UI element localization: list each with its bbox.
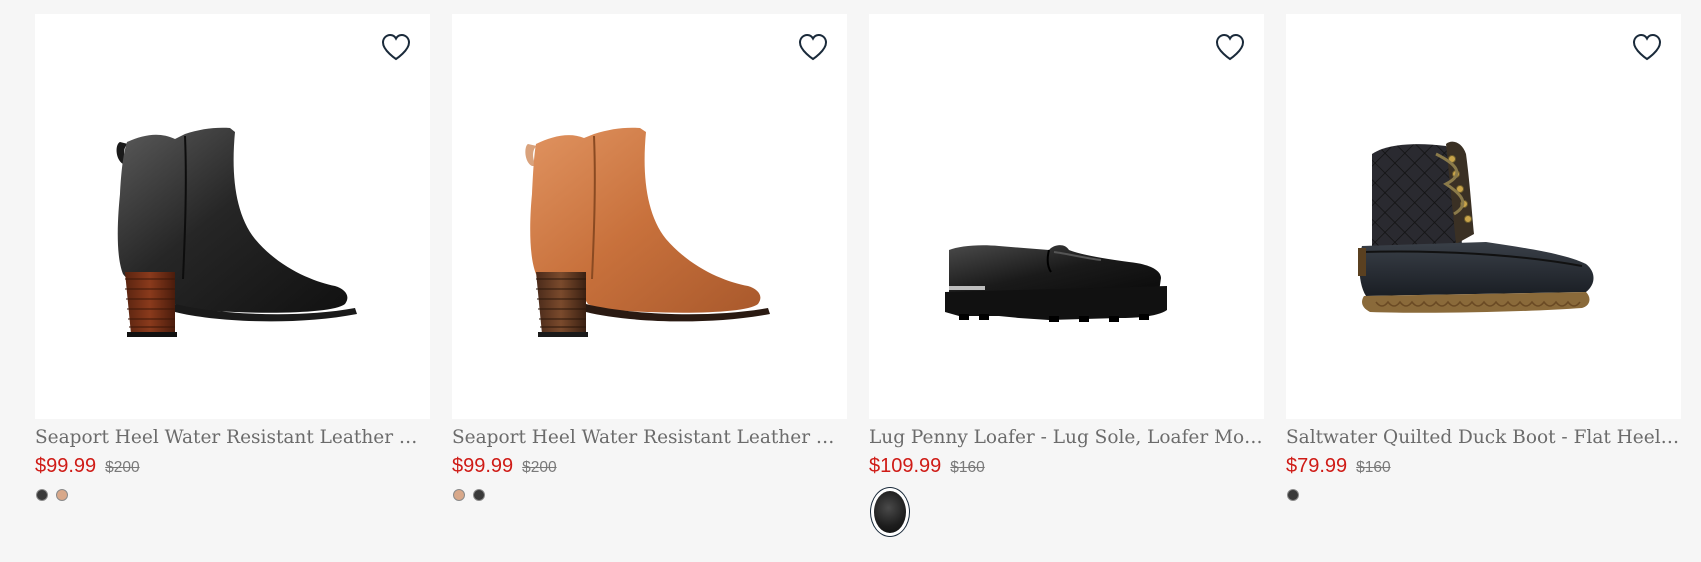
original-price: $200 bbox=[522, 459, 557, 476]
original-price: $160 bbox=[950, 459, 985, 476]
product-card: Seaport Heel Water Resistant Leather Boo… bbox=[452, 14, 847, 537]
price-row: $79.99 $160 bbox=[1286, 455, 1681, 481]
heart-icon[interactable] bbox=[380, 32, 412, 62]
swatch-black[interactable] bbox=[473, 489, 485, 501]
color-swatches bbox=[35, 489, 430, 501]
original-price: $160 bbox=[1356, 459, 1391, 476]
price-row: $99.99 $200 bbox=[452, 455, 847, 481]
swatch-tan[interactable] bbox=[56, 489, 68, 501]
heart-icon[interactable] bbox=[1214, 32, 1246, 62]
black-heeled-ankle-boot-icon bbox=[116, 127, 357, 337]
product-card: Seaport Heel Water Resistant Leather Boo… bbox=[35, 14, 430, 537]
heart-icon[interactable] bbox=[1631, 32, 1663, 62]
swatch-black[interactable] bbox=[36, 489, 48, 501]
swatch-black[interactable] bbox=[1287, 489, 1299, 501]
product-image[interactable] bbox=[452, 14, 847, 419]
color-swatches bbox=[1286, 489, 1681, 501]
original-price: $200 bbox=[105, 459, 140, 476]
product-name[interactable]: Lug Penny Loafer - Lug Sole, Loafer Mocc… bbox=[869, 427, 1264, 449]
price-row: $109.99 $160 bbox=[869, 455, 1264, 481]
product-name[interactable]: Saltwater Quilted Duck Boot - Flat Heel,… bbox=[1286, 427, 1681, 449]
black-quilted-duck-boot-icon bbox=[1358, 141, 1594, 313]
price-row: $99.99 $200 bbox=[35, 455, 430, 481]
product-card: Saltwater Quilted Duck Boot - Flat Heel,… bbox=[1286, 14, 1681, 537]
color-swatches bbox=[452, 489, 847, 501]
product-image[interactable] bbox=[869, 14, 1264, 419]
tan-heeled-ankle-boot-icon bbox=[525, 127, 770, 337]
product-name[interactable]: Seaport Heel Water Resistant Leather Boo… bbox=[35, 427, 430, 449]
sale-price: $79.99 bbox=[1286, 455, 1348, 477]
sale-price: $109.99 bbox=[869, 455, 942, 477]
product-name[interactable]: Seaport Heel Water Resistant Leather Boo… bbox=[452, 427, 847, 449]
color-swatches bbox=[869, 487, 1264, 537]
product-grid: Seaport Heel Water Resistant Leather Boo… bbox=[35, 14, 1681, 537]
product-card: Lug Penny Loafer - Lug Sole, Loafer Mocc… bbox=[869, 14, 1264, 537]
heart-icon[interactable] bbox=[797, 32, 829, 62]
swatch-fill bbox=[874, 491, 906, 533]
sale-price: $99.99 bbox=[35, 455, 97, 477]
black-penny-loafer-icon bbox=[945, 245, 1167, 322]
sale-price: $99.99 bbox=[452, 455, 514, 477]
product-image[interactable] bbox=[1286, 14, 1681, 419]
swatch-black-selected[interactable] bbox=[870, 487, 910, 537]
product-image[interactable] bbox=[35, 14, 430, 419]
swatch-tan[interactable] bbox=[453, 489, 465, 501]
